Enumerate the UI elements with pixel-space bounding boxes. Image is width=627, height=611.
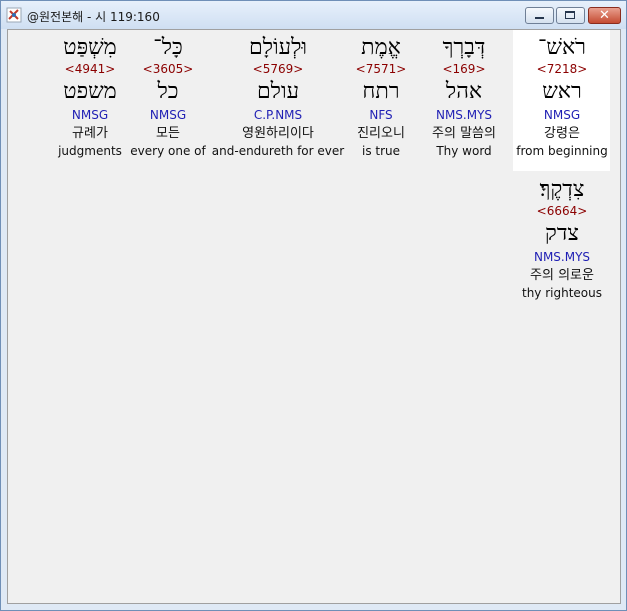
interlinear-panel: רֹאשׁ־ <7218> ראש NMSG 강령은 from beginnin… [7, 29, 621, 604]
hebrew-lemma: צדק [545, 221, 579, 246]
maximize-button[interactable] [556, 7, 585, 24]
window-title: @원전본해 - 시 119:160 [27, 10, 160, 24]
app-window: @원전본해 - 시 119:160 ✕ רֹאשׁ־ <7218> ראש NM… [0, 0, 627, 611]
title-bar[interactable]: @원전본해 - 시 119:160 ✕ [1, 1, 626, 29]
close-button[interactable]: ✕ [588, 7, 621, 24]
hebrew-word: מִשְׁפַּט [63, 35, 117, 60]
hebrew-lemma: משפט [63, 79, 117, 104]
word-cell[interactable]: צִדְקֶךָ׃ <6664> צדק NMS.MYS 주의 의로운 thy … [492, 177, 620, 301]
maximize-icon [565, 11, 575, 19]
close-icon: ✕ [599, 8, 610, 23]
korean-gloss: 주의 의로운 [530, 268, 594, 283]
strong-number[interactable]: <4941> [20, 62, 160, 76]
minimize-icon [535, 17, 544, 19]
minimize-button[interactable] [525, 7, 554, 24]
korean-gloss: 규례가 [72, 126, 108, 141]
english-gloss: thy righteous [521, 286, 602, 300]
parsing-code: NMSG [71, 108, 109, 122]
strong-number[interactable]: <6664> [492, 204, 620, 218]
hebrew-word: צִדְקֶךָ׃ [539, 177, 585, 202]
word-cell[interactable]: מִשְׁפַּט <4941> משפט NMSG 규례가 judgments [20, 36, 160, 159]
parsing-code: NMS.MYS [533, 250, 591, 264]
english-gloss: judgments [58, 144, 122, 158]
app-icon [6, 7, 22, 23]
